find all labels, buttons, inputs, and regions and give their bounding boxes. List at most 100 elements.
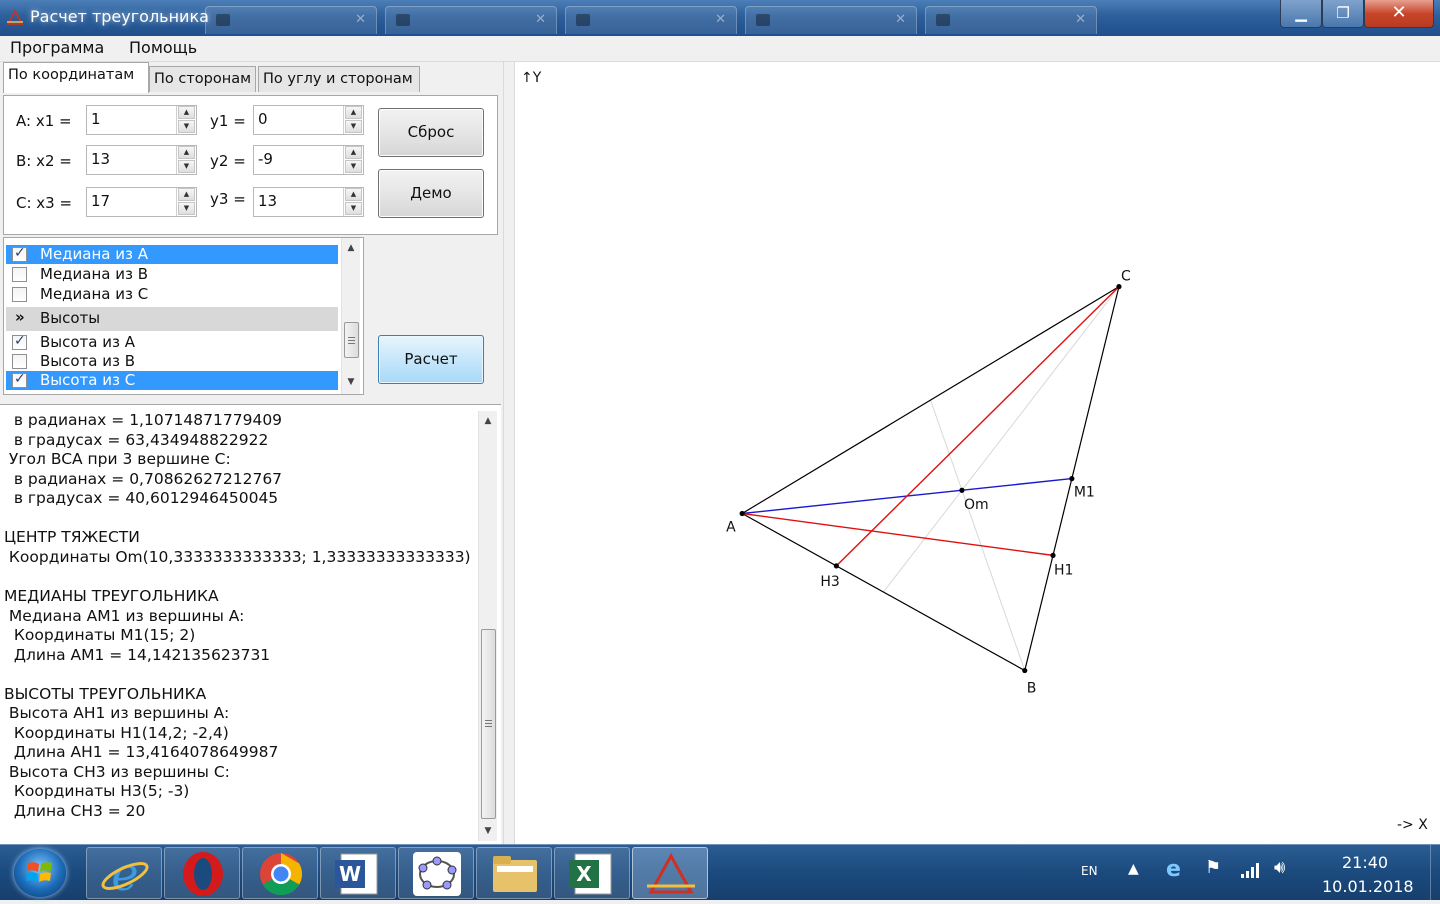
spin-down-icon[interactable]: ▼: [178, 160, 195, 173]
start-button[interactable]: [14, 849, 66, 897]
scroll-thumb[interactable]: [344, 322, 359, 358]
point-label-a: A: [726, 520, 736, 536]
close-icon[interactable]: ✕: [715, 12, 726, 27]
spin-up-icon[interactable]: ▲: [178, 106, 195, 119]
output-line: в градусах = 40,6012946450045: [4, 489, 279, 508]
check-median-a[interactable]: ✓ Медиана из A: [6, 245, 338, 264]
x1-input[interactable]: 1 ▲ ▼: [86, 105, 197, 135]
reset-button[interactable]: Сброс: [378, 108, 484, 157]
y1-label: y1 =: [210, 112, 246, 130]
close-icon[interactable]: ✕: [895, 12, 906, 27]
volume-icon[interactable]: 🔊︎: [1274, 857, 1285, 878]
language-indicator[interactable]: EN: [1081, 864, 1098, 878]
browser-tab-gmail[interactable]: ✕: [205, 6, 377, 34]
browser-tab-5[interactable]: ✕: [925, 6, 1097, 34]
spin-up-icon[interactable]: ▲: [345, 188, 362, 201]
calculate-button[interactable]: Расчет: [378, 335, 484, 384]
checkbox[interactable]: ✓: [12, 333, 27, 350]
aux-median-c: [883, 286, 1120, 593]
taskbar: e W X EN ▲ e ⚑ 🔊︎ 21:40 10.01.2018: [0, 844, 1440, 901]
altitude-ch3: [835, 286, 1120, 567]
x1-value: 1: [91, 110, 101, 128]
group-altitudes[interactable]: » Высоты: [6, 307, 338, 331]
x3-input[interactable]: 17 ▲ ▼: [86, 187, 197, 217]
point-label-m1: M1: [1074, 485, 1095, 501]
panel-splitter[interactable]: [503, 62, 515, 844]
check-altitude-a[interactable]: ✓ Высота из A: [6, 333, 338, 352]
clock-time[interactable]: 21:40: [1342, 853, 1388, 872]
demo-button[interactable]: Демо: [378, 169, 484, 218]
browser-tab-3[interactable]: ✕: [565, 6, 737, 34]
output-textbox[interactable]: в радианах = 1,10714871779409 в градусах…: [0, 404, 501, 844]
checklist-scrollbar[interactable]: ▲ ▼: [341, 238, 360, 394]
taskbar-word[interactable]: W: [320, 847, 396, 899]
menu-program[interactable]: Программа: [10, 38, 104, 57]
x2-input[interactable]: 13 ▲ ▼: [86, 145, 197, 175]
spin-up-icon[interactable]: ▲: [178, 146, 195, 159]
maximize-button[interactable]: ❐: [1322, 0, 1364, 28]
output-line: Координаты H1(14,2; -2,4): [4, 723, 229, 742]
close-icon[interactable]: ✕: [1075, 12, 1086, 27]
check-altitude-c[interactable]: ✓ Высота из C: [6, 371, 338, 390]
taskbar-chrome[interactable]: [242, 847, 318, 899]
close-icon[interactable]: ✕: [535, 12, 546, 27]
output-line: Длина AM1 = 14,142135623731: [4, 645, 271, 664]
y3-input[interactable]: 13 ▲ ▼: [253, 187, 364, 217]
tab-favicon-icon: [396, 14, 410, 26]
browser-tab-2[interactable]: ✕: [385, 6, 557, 34]
output-line: Длина CH3 = 20: [4, 802, 146, 820]
check-altitude-b[interactable]: Высота из B: [6, 352, 338, 371]
checkbox[interactable]: [12, 287, 27, 302]
minimize-button[interactable]: ▁: [1280, 0, 1322, 28]
output-line: Медиана AM1 из вершины A:: [4, 606, 245, 625]
taskbar-excel[interactable]: X: [554, 847, 630, 899]
scroll-up-icon[interactable]: ▲: [342, 240, 360, 256]
scroll-thumb[interactable]: [481, 629, 496, 819]
scroll-up-icon[interactable]: ▲: [479, 413, 497, 429]
output-scrollbar[interactable]: ▲ ▼: [478, 411, 497, 841]
x1-label: A: x1 =: [16, 112, 72, 130]
taskbar-internet-explorer[interactable]: e: [86, 847, 162, 901]
checkbox[interactable]: [12, 354, 27, 369]
spin-up-icon[interactable]: ▲: [345, 106, 362, 119]
clock-date[interactable]: 10.01.2018: [1322, 877, 1414, 896]
taskbar-triangle-app[interactable]: [632, 847, 708, 899]
tray-expand-icon[interactable]: ▲: [1128, 861, 1139, 877]
spin-down-icon[interactable]: ▼: [345, 160, 362, 173]
menu-help[interactable]: Помощь: [129, 38, 197, 57]
ie-tray-icon[interactable]: e: [1166, 857, 1181, 882]
check-label: Медиана из B: [40, 265, 149, 283]
action-center-flag-icon[interactable]: ⚑: [1205, 857, 1221, 878]
output-line: Высота CH3 из вершины C:: [4, 762, 230, 781]
taskbar-opera[interactable]: [164, 847, 240, 899]
network-signal-icon[interactable]: [1240, 861, 1260, 879]
checkbox[interactable]: ✓: [12, 245, 27, 262]
tab-by-coordinates[interactable]: По координатам: [3, 62, 149, 93]
scroll-down-icon[interactable]: ▼: [342, 374, 360, 390]
point-label-h1: H1: [1054, 562, 1073, 578]
close-icon[interactable]: ✕: [355, 12, 366, 27]
tab-by-sides[interactable]: По сторонам: [149, 66, 256, 92]
app-triangle-icon: [6, 9, 24, 25]
checkbox[interactable]: ✓: [12, 371, 27, 388]
spin-down-icon[interactable]: ▼: [178, 120, 195, 133]
spin-down-icon[interactable]: ▼: [345, 202, 362, 215]
check-median-c[interactable]: Медиана из C: [6, 285, 338, 304]
taskbar-file-explorer[interactable]: [476, 847, 552, 899]
check-median-b[interactable]: Медиана из B: [6, 265, 338, 284]
y1-input[interactable]: 0 ▲ ▼: [253, 105, 364, 135]
spin-up-icon[interactable]: ▲: [178, 188, 195, 201]
spin-up-icon[interactable]: ▲: [345, 146, 362, 159]
scroll-down-icon[interactable]: ▼: [479, 823, 497, 839]
show-desktop-button[interactable]: [1430, 845, 1440, 900]
taskbar-geogebra[interactable]: [398, 847, 474, 899]
close-button[interactable]: ✕: [1364, 0, 1434, 28]
collapse-chevron-icon[interactable]: »: [15, 308, 25, 326]
spin-down-icon[interactable]: ▼: [345, 120, 362, 133]
y2-input[interactable]: -9 ▲ ▼: [253, 145, 364, 175]
tab-by-angle-and-sides[interactable]: По углу и сторонам: [258, 66, 420, 92]
checkbox[interactable]: [12, 267, 27, 282]
spin-down-icon[interactable]: ▼: [178, 202, 195, 215]
browser-tab-4[interactable]: ✕: [745, 6, 917, 34]
output-line: Координаты Om(10,3333333333333; 1,333333…: [4, 547, 471, 566]
